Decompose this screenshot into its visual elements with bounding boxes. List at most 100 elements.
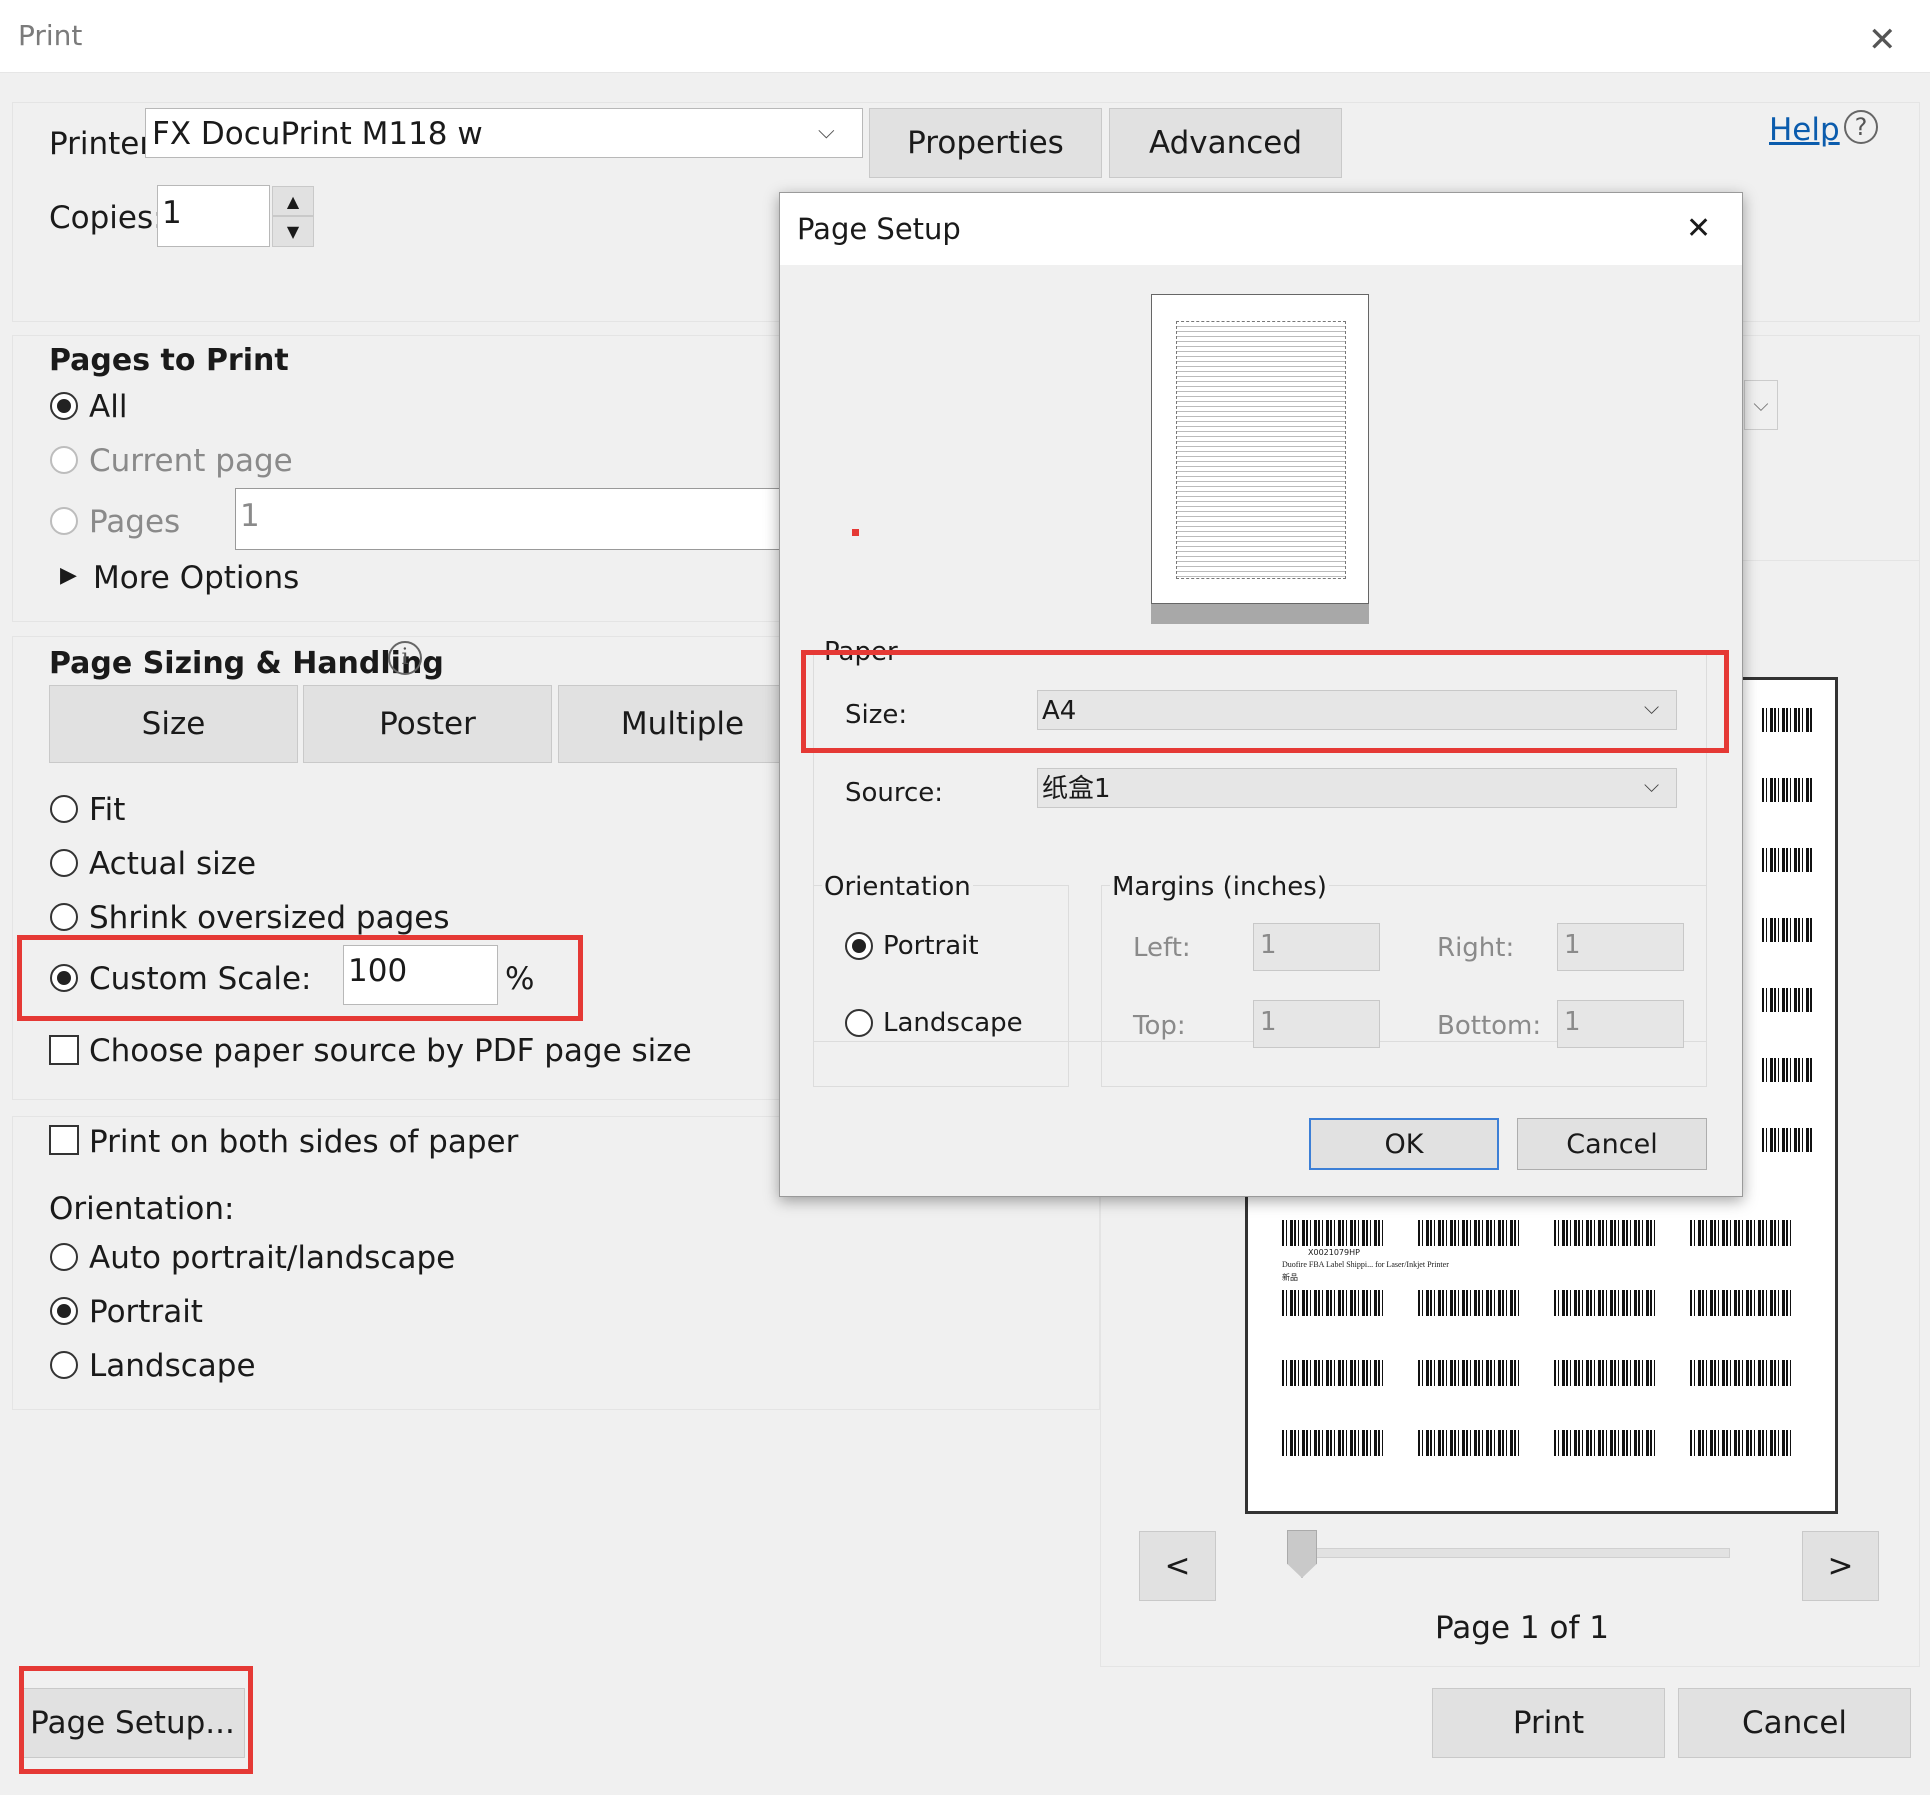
radio-auto-orientation-label: Auto portrait/landscape — [89, 1240, 456, 1276]
barcode — [1762, 778, 1814, 802]
left-margin-input[interactable]: 1 — [1253, 923, 1380, 971]
dialog-close-icon[interactable]: ✕ — [1686, 211, 1711, 246]
label-grid-bottom: X0021079HP Duofire FBA Label Shippi... f… — [1282, 1220, 1822, 1480]
chevron-down-icon: ⌵ — [1644, 773, 1660, 797]
barcode — [1554, 1360, 1658, 1386]
barcode — [1762, 848, 1814, 872]
page-slider-track[interactable] — [1310, 1548, 1730, 1558]
close-icon[interactable]: ✕ — [1868, 20, 1897, 60]
dialog-radio-landscape-label: Landscape — [883, 1008, 1023, 1038]
window-title: Print — [18, 19, 83, 52]
more-options-toggle[interactable]: More Options — [93, 563, 299, 594]
radio-fit-label: Fit — [89, 792, 126, 828]
orientation-label: Orientation: — [49, 1191, 235, 1227]
tab-poster[interactable]: Poster — [303, 685, 552, 763]
dialog-cancel-button[interactable]: Cancel — [1517, 1118, 1707, 1170]
radio-auto-orientation[interactable] — [50, 1243, 78, 1271]
prev-page-button[interactable]: < — [1139, 1531, 1216, 1601]
page-setup-dialog: Page Setup ✕ Paper Size: A4 ⌵ Source: 纸盒… — [779, 192, 1743, 1197]
dialog-ok-button[interactable]: OK — [1309, 1118, 1499, 1170]
highlight-paper-size — [801, 650, 1729, 753]
duplex-label: Print on both sides of paper — [89, 1124, 519, 1160]
top-margin-input[interactable]: 1 — [1253, 1000, 1380, 1048]
barcode — [1418, 1220, 1522, 1246]
choose-source-checkbox[interactable] — [49, 1035, 79, 1065]
barcode — [1762, 1128, 1814, 1152]
pages-to-print-header: Pages to Print — [49, 343, 289, 378]
paper-preview-icon — [1151, 294, 1369, 604]
source-value: 纸盒1 — [1042, 774, 1111, 804]
tab-size[interactable]: Size — [49, 685, 298, 763]
barcode — [1690, 1290, 1794, 1316]
barcode — [1690, 1220, 1794, 1246]
radio-pages[interactable] — [50, 507, 78, 535]
dialog-radio-portrait[interactable] — [845, 932, 873, 960]
duplex-checkbox[interactable] — [49, 1125, 79, 1155]
radio-landscape[interactable] — [50, 1351, 78, 1379]
printer-value: FX DocuPrint M118 w — [152, 116, 483, 152]
label-caption: Duofire FBA Label Shippi... for Laser/In… — [1282, 1260, 1449, 1269]
barcode-text: X0021079HP — [1308, 1248, 1360, 1257]
info-icon[interactable]: i — [388, 641, 422, 675]
radio-all-label: All — [89, 389, 128, 425]
next-page-button[interactable]: > — [1802, 1531, 1879, 1601]
advanced-button[interactable]: Advanced — [1109, 108, 1342, 178]
barcode — [1554, 1430, 1658, 1456]
radio-portrait[interactable] — [50, 1297, 78, 1325]
barcode — [1762, 918, 1814, 942]
tab-multiple[interactable]: Multiple — [558, 685, 807, 763]
dialog-orientation-group — [813, 885, 1069, 1087]
radio-shrink[interactable] — [50, 903, 78, 931]
pages-range-input[interactable]: 1 — [235, 488, 795, 550]
bottom-margin-value: 1 — [1564, 1007, 1581, 1037]
radio-current-page[interactable] — [50, 446, 78, 474]
right-margin-value: 1 — [1564, 930, 1581, 960]
pages-range-value: 1 — [240, 498, 260, 534]
radio-actual-size[interactable] — [50, 849, 78, 877]
copies-input[interactable]: 1 — [157, 185, 270, 247]
radio-current-page-label: Current page — [89, 443, 293, 479]
radio-pages-label: Pages — [89, 504, 181, 540]
choose-source-label: Choose paper source by PDF page size — [89, 1033, 692, 1069]
copies-value: 1 — [162, 195, 182, 231]
bottom-margin-input[interactable]: 1 — [1557, 1000, 1684, 1048]
printer-select[interactable]: FX DocuPrint M118 w ⌵ — [145, 108, 863, 158]
chevron-down-icon: ⌵ — [818, 119, 835, 144]
cancel-button[interactable]: Cancel — [1678, 1688, 1911, 1758]
dialog-radio-landscape[interactable] — [845, 1009, 873, 1037]
help-icon[interactable]: ? — [1844, 110, 1878, 144]
radio-shrink-label: Shrink oversized pages — [89, 900, 450, 936]
dialog-radio-portrait-label: Portrait — [883, 931, 979, 961]
radio-fit[interactable] — [50, 795, 78, 823]
copies-up-button[interactable]: ▲ — [272, 186, 314, 216]
top-margin-label: Top: — [1133, 1011, 1186, 1041]
source-select[interactable]: 纸盒1 ⌵ — [1037, 768, 1677, 808]
copies-down-button[interactable]: ▼ — [272, 216, 314, 247]
radio-portrait-label: Portrait — [89, 1294, 203, 1330]
radio-all[interactable] — [50, 392, 78, 420]
barcode — [1762, 708, 1814, 732]
source-label: Source: — [845, 778, 944, 808]
marker-dot — [852, 529, 859, 536]
expand-arrow-icon[interactable]: ▶ — [60, 563, 77, 588]
barcode — [1282, 1290, 1386, 1316]
right-margin-input[interactable]: 1 — [1557, 923, 1684, 971]
barcode — [1690, 1360, 1794, 1386]
bottom-margin-label: Bottom: — [1437, 1011, 1542, 1041]
radio-landscape-label: Landscape — [89, 1348, 256, 1384]
dialog-orientation-label: Orientation — [822, 872, 973, 902]
barcode — [1418, 1290, 1522, 1316]
barcode — [1690, 1430, 1794, 1456]
page-indicator: Page 1 of 1 — [1435, 1610, 1609, 1646]
margins-label: Margins (inches) — [1110, 872, 1329, 902]
right-margin-label: Right: — [1437, 933, 1515, 963]
properties-button[interactable]: Properties — [869, 108, 1102, 178]
label-sub: 新品 — [1282, 1273, 1298, 1282]
barcode — [1762, 988, 1814, 1012]
chevron-down-icon[interactable]: ⌵ — [1744, 380, 1778, 430]
dialog-title-bar: Page Setup ✕ — [780, 193, 1742, 265]
highlight-custom-scale — [17, 935, 583, 1021]
barcode — [1418, 1430, 1522, 1456]
print-button[interactable]: Print — [1432, 1688, 1665, 1758]
help-link[interactable]: Help — [1769, 115, 1840, 146]
